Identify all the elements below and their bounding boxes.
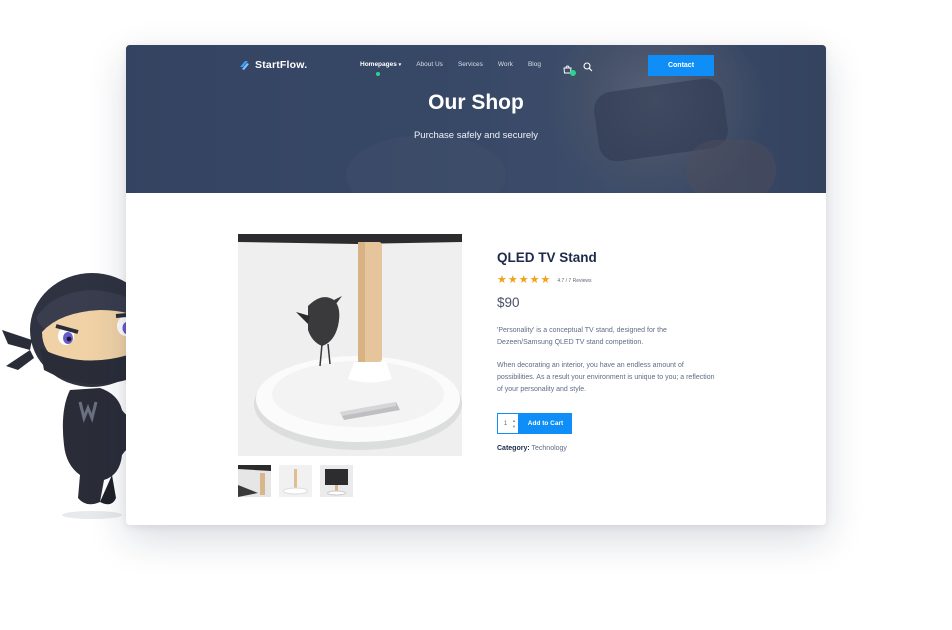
- page-title: Our Shop: [428, 91, 524, 114]
- search-icon[interactable]: [583, 59, 593, 77]
- brand-logo[interactable]: StartFlow.: [238, 59, 307, 71]
- product-description: When decorating an interior, you have an…: [497, 362, 715, 393]
- contact-button[interactable]: Contact: [648, 55, 714, 76]
- quantity-value: 1: [503, 420, 508, 427]
- nav-item-work[interactable]: Work: [498, 61, 513, 68]
- brand-name: StartFlow.: [255, 59, 308, 71]
- nav-item-about-us[interactable]: About Us: [416, 61, 443, 68]
- nav-item-blog[interactable]: Blog: [528, 61, 541, 68]
- stage: StartFlow. Homepages ▾ About Us Services…: [0, 0, 952, 630]
- product-thumbnails: [238, 465, 353, 497]
- nav-item-label: Homepages: [360, 61, 397, 68]
- hero-banner: StartFlow. Homepages ▾ About Us Services…: [126, 45, 826, 193]
- product-thumbnail[interactable]: [320, 465, 353, 497]
- nav-item-services[interactable]: Services: [458, 61, 483, 68]
- product-thumbnail[interactable]: [279, 465, 312, 497]
- product-category: Category: Technology: [497, 445, 567, 452]
- nav-item-homepages[interactable]: Homepages ▾: [360, 61, 402, 76]
- product-rating: ★★★★★ 4.7 / 7 Reviews: [497, 275, 592, 286]
- cart-icon[interactable]: [562, 63, 576, 76]
- rating-stars: ★★★★★: [497, 274, 552, 286]
- stepper-arrows-icon[interactable]: ▲ ▼: [512, 418, 516, 430]
- category-label: Category:: [497, 445, 530, 452]
- rating-reviews-link[interactable]: 4.7 / 7 Reviews: [557, 278, 591, 284]
- cart-badge: [570, 69, 576, 76]
- page-subtitle: Purchase safely and securely: [413, 130, 539, 141]
- chevron-down-icon: ▾: [398, 62, 402, 68]
- product-description: 'Personality' is a conceptual TV stand, …: [497, 327, 667, 346]
- header-icons: [562, 59, 593, 77]
- product-main-image[interactable]: [238, 234, 462, 456]
- category-link[interactable]: Technology: [532, 445, 567, 452]
- tv-stand-photo: [238, 234, 462, 456]
- active-indicator: [376, 72, 380, 76]
- product-thumbnail[interactable]: [238, 465, 271, 497]
- product-price: $90: [497, 295, 520, 310]
- product-title: QLED TV Stand: [497, 250, 597, 265]
- quantity-stepper[interactable]: 1 ▲ ▼: [497, 413, 519, 434]
- browser-card: StartFlow. Homepages ▾ About Us Services…: [126, 45, 826, 525]
- startflow-logo-icon: [240, 61, 249, 70]
- add-to-cart-button[interactable]: Add to Cart: [519, 413, 572, 434]
- main-nav: Homepages ▾ About Us Services Work Blog: [360, 61, 556, 76]
